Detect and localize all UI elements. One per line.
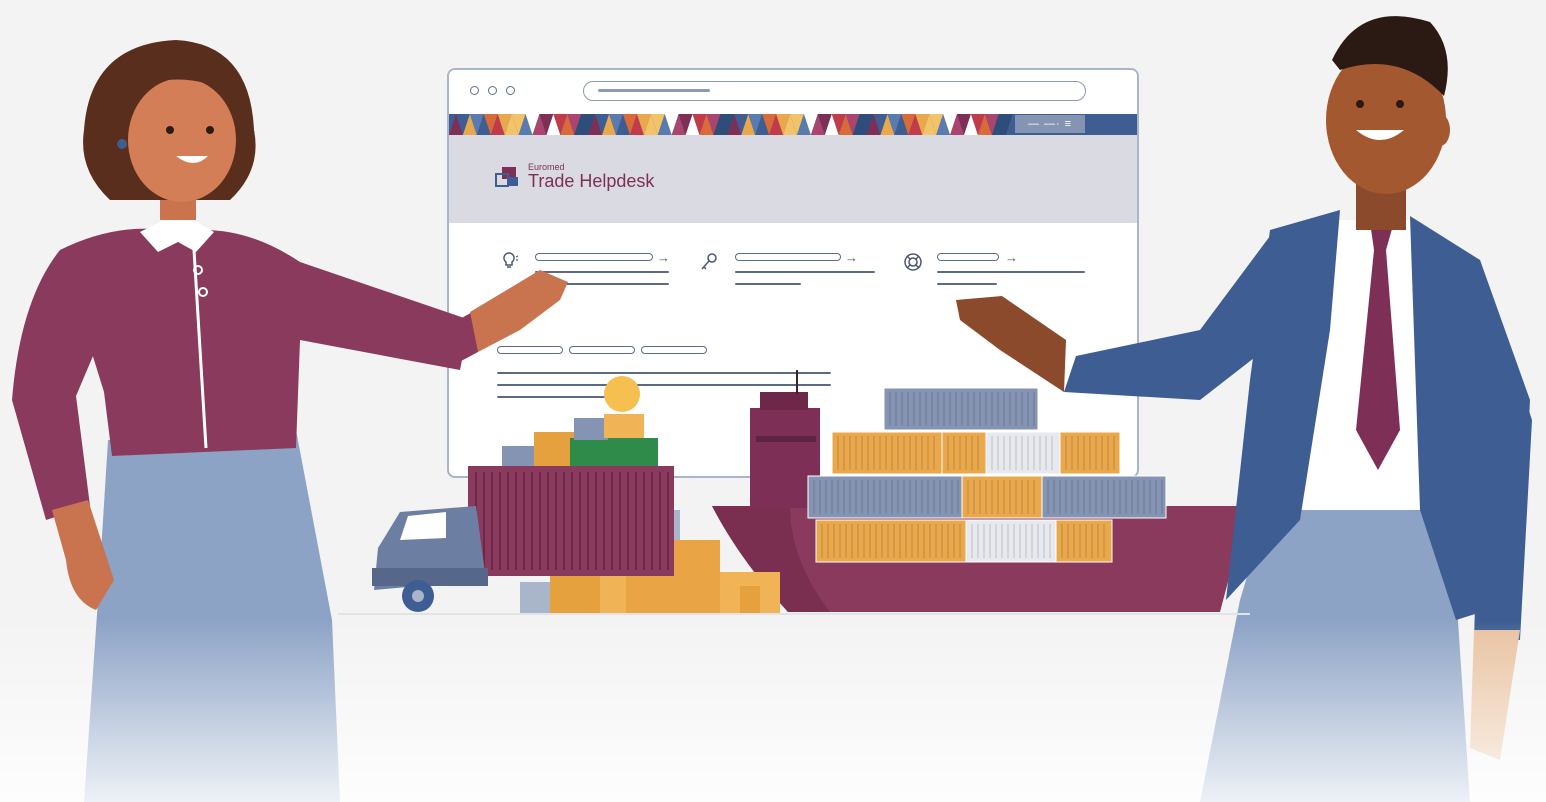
money-stack	[502, 376, 658, 466]
shipping-containers	[807, 387, 1167, 563]
bottom-fade	[0, 620, 1546, 802]
ground-line	[338, 613, 1250, 615]
